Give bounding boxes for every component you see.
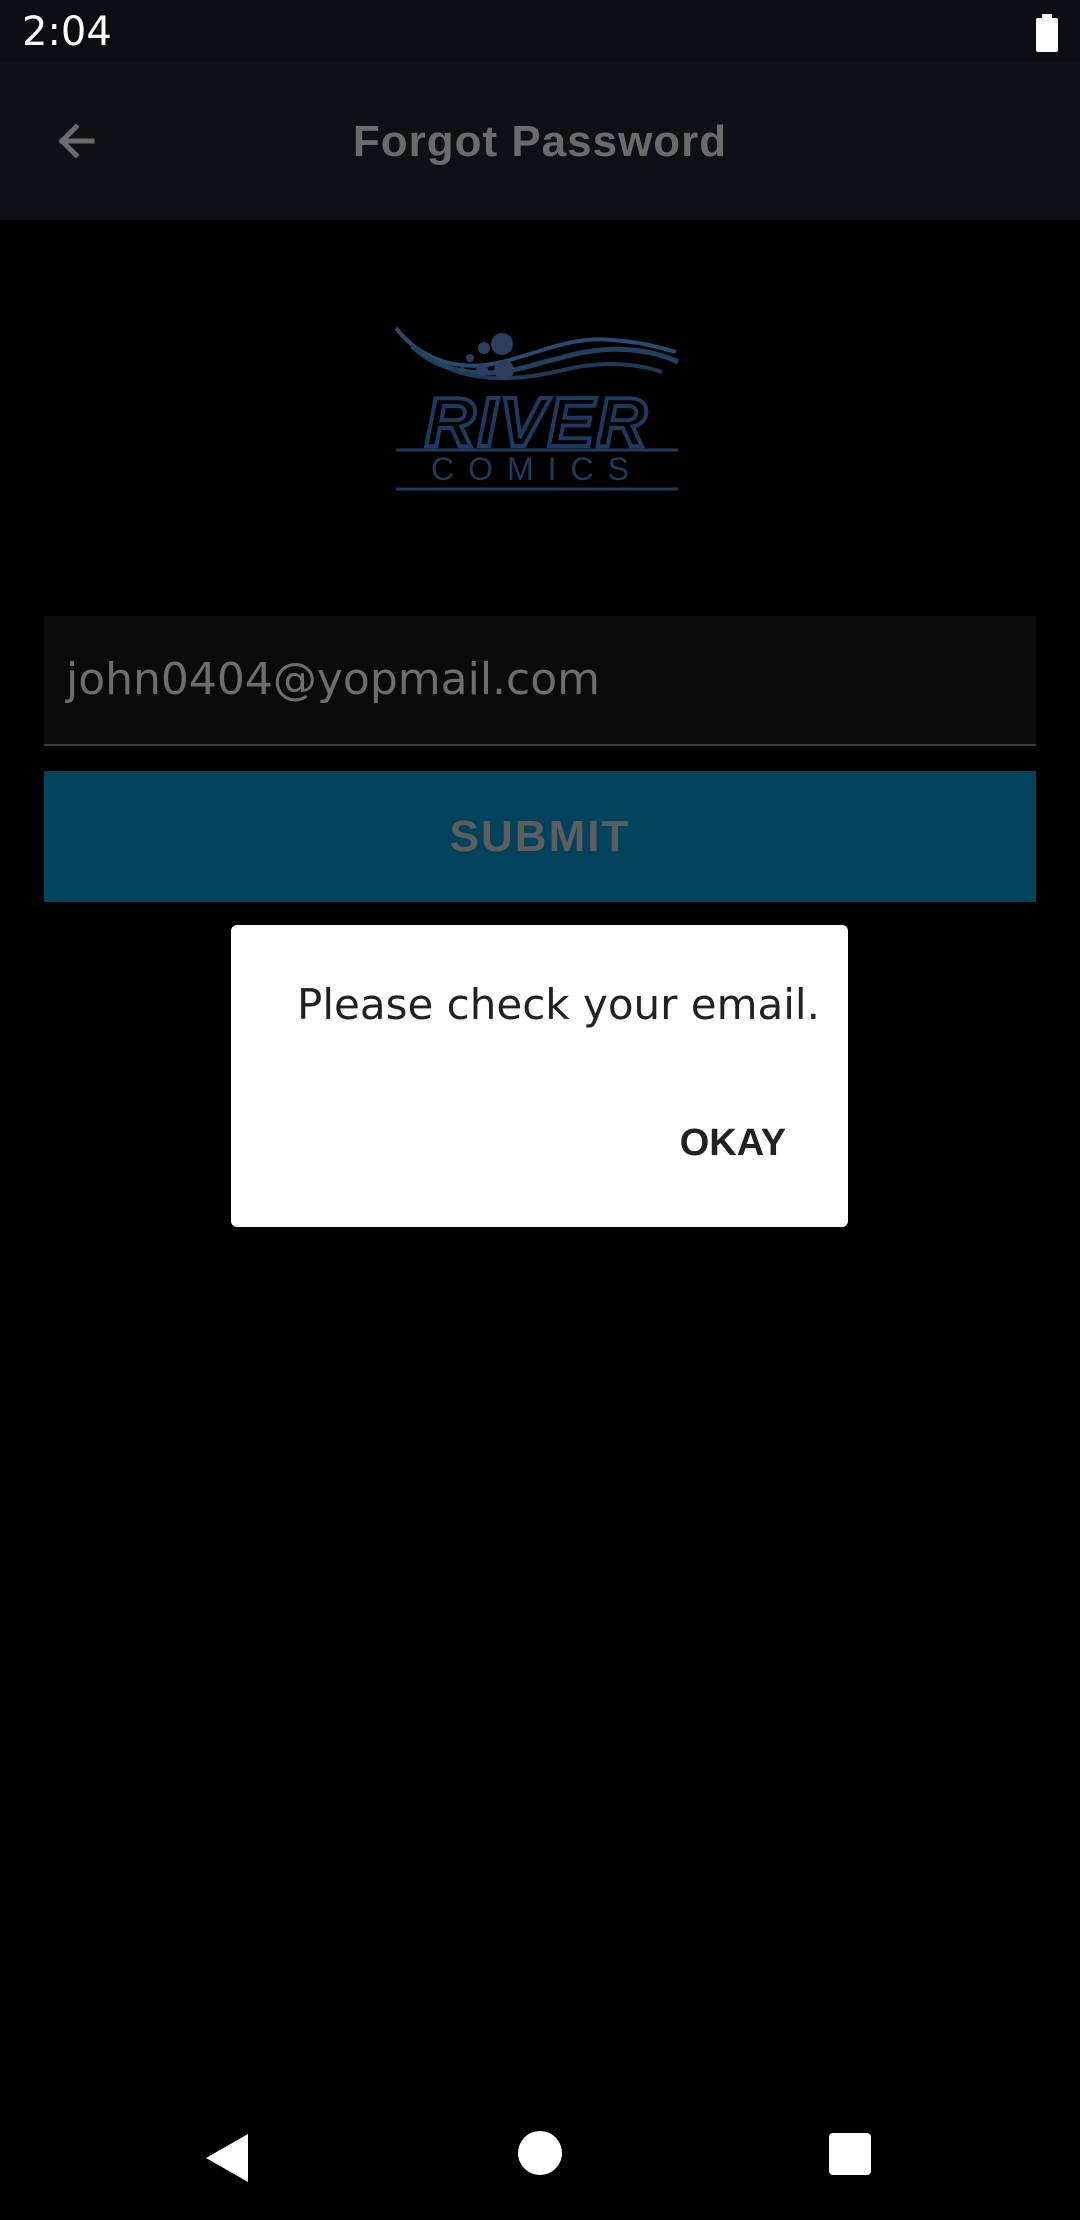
submit-label: SUBMIT: [449, 811, 631, 861]
forgot-password-screen: 2:04 Forgot Password RIVER COMICS john04…: [0, 0, 1080, 2220]
nav-back-icon[interactable]: [200, 2130, 256, 2186]
dialog-message: Please check your email.: [297, 980, 820, 1029]
status-bar: 2:04: [0, 0, 1080, 62]
status-time: 2:04: [22, 9, 112, 55]
nav-recents-icon[interactable]: [829, 2133, 871, 2175]
system-nav-bar: [0, 2100, 1080, 2220]
email-field[interactable]: john0404@yopmail.com: [44, 616, 1036, 746]
river-comics-logo: RIVER COMICS: [394, 326, 680, 491]
app-bar: Forgot Password: [0, 62, 1080, 220]
okay-button[interactable]: OKAY: [672, 1115, 794, 1171]
battery-icon: [1036, 14, 1058, 52]
alert-dialog: Please check your email. OKAY: [231, 925, 848, 1227]
submit-button[interactable]: SUBMIT: [44, 771, 1036, 902]
nav-home-icon[interactable]: [518, 2131, 562, 2175]
logo-line2: COMICS: [431, 451, 643, 487]
page-title: Forgot Password: [352, 117, 728, 166]
email-value: john0404@yopmail.com: [66, 654, 601, 705]
